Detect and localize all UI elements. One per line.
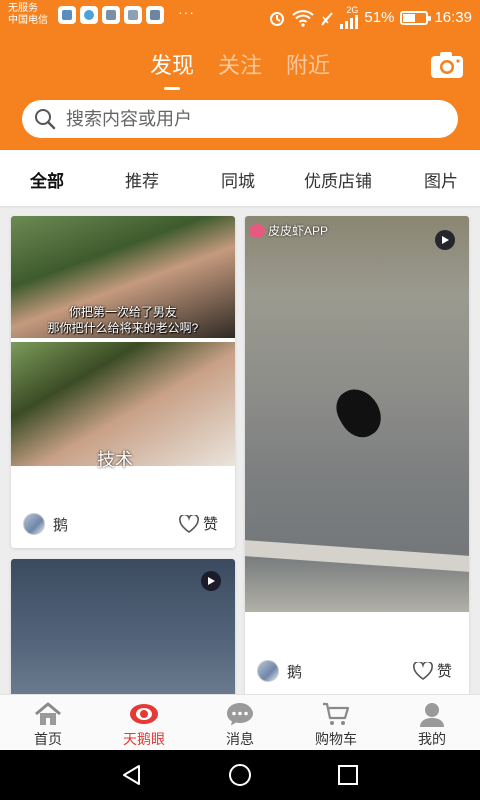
image-overlay-text: 技术 bbox=[97, 450, 133, 470]
nav-messages[interactable]: 消息 bbox=[192, 695, 288, 750]
category-local[interactable]: 同城 bbox=[221, 167, 255, 192]
author-name: 鹅 bbox=[287, 663, 303, 681]
subtitle-line-2: 那你把什么给将来的老公啊? bbox=[47, 321, 199, 335]
wifi-icon bbox=[292, 9, 315, 27]
category-images[interactable]: 图片 bbox=[424, 167, 458, 192]
gallery-notification-icon bbox=[124, 6, 142, 24]
back-icon[interactable] bbox=[120, 763, 144, 787]
carrier-line-2: 中国电信 bbox=[8, 15, 48, 26]
network-type-label: 2G bbox=[346, 5, 359, 15]
search-icon bbox=[35, 109, 56, 130]
feed-card[interactable] bbox=[11, 559, 235, 694]
map-notification-icon bbox=[102, 6, 120, 24]
app-notification-icon bbox=[58, 6, 76, 24]
signal-block: 2G bbox=[340, 5, 359, 29]
home-icon bbox=[35, 702, 61, 725]
avatar bbox=[23, 513, 45, 535]
card-video-thumbnail: 皮皮虾APP bbox=[245, 216, 469, 612]
carrier-line-1: 无服务 bbox=[8, 3, 38, 14]
card-image-top: 你把第一次给了男友 那你把什么给将来的老公啊? bbox=[11, 216, 235, 338]
clock: 16:39 bbox=[434, 9, 472, 26]
bottom-nav: 首页 天鹅眼 消息 购物车 我的 bbox=[0, 694, 480, 750]
like-label: 赞 bbox=[437, 663, 453, 680]
watermark-logo-icon bbox=[249, 223, 265, 238]
more-notifications-icon: ··· bbox=[178, 4, 195, 20]
carrier-info: 无服务 中国电信 bbox=[8, 3, 48, 27]
heart-icon bbox=[413, 661, 433, 680]
heart-icon bbox=[179, 514, 199, 533]
system-nav-bar bbox=[0, 750, 480, 800]
camera-icon[interactable] bbox=[430, 50, 464, 80]
roadside-rail bbox=[245, 540, 469, 572]
watermark-text: 皮皮虾APP bbox=[268, 224, 329, 238]
system-status-icons: 2G 51% 16:39 bbox=[268, 6, 472, 29]
location-notification-icon bbox=[80, 6, 98, 24]
category-bar: 全部 推荐 同城 优质店铺 图片 bbox=[0, 150, 480, 206]
nav-profile[interactable]: 我的 bbox=[384, 695, 480, 750]
battery-icon bbox=[400, 10, 432, 25]
search-input[interactable] bbox=[66, 100, 446, 138]
feed[interactable]: 你把第一次给了男友 那你把什么给将来的老公啊? 技术 鹅 赞 皮皮虾APP 鹅 … bbox=[0, 206, 480, 694]
signal-icon bbox=[340, 15, 359, 29]
battery-level bbox=[403, 13, 415, 22]
home-circle-icon[interactable] bbox=[228, 763, 252, 787]
tab-following[interactable]: 关注 bbox=[218, 48, 262, 80]
watermark: 皮皮虾APP bbox=[249, 222, 328, 239]
search-bar[interactable] bbox=[22, 100, 458, 138]
nav-messages-label: 消息 bbox=[226, 731, 254, 747]
top-tabs: 发现 关注 附近 bbox=[0, 48, 480, 90]
recents-icon[interactable] bbox=[336, 763, 360, 787]
video-play-icon bbox=[201, 571, 221, 591]
feed-card[interactable]: 皮皮虾APP 鹅 赞 bbox=[245, 216, 469, 694]
nav-swan-eye[interactable]: 天鹅眼 bbox=[96, 695, 192, 750]
status-bar: 无服务 中国电信 ··· 2G 51% 16:39 bbox=[0, 0, 480, 32]
nav-swan-eye-label: 天鹅眼 bbox=[123, 731, 165, 747]
like-button[interactable]: 赞 bbox=[413, 660, 452, 681]
feed-card[interactable]: 你把第一次给了男友 那你把什么给将来的老公啊? 技术 鹅 赞 bbox=[11, 216, 235, 548]
author-name: 鹅 bbox=[53, 516, 69, 534]
card-image-bottom: 技术 bbox=[11, 342, 235, 470]
nav-home[interactable]: 首页 bbox=[0, 695, 96, 750]
like-button[interactable]: 赞 bbox=[179, 513, 218, 534]
subtitle-line-1: 你把第一次给了男友 bbox=[68, 305, 177, 319]
category-all[interactable]: 全部 bbox=[30, 167, 64, 192]
tab-nearby[interactable]: 附近 bbox=[286, 48, 330, 80]
category-quality-shops[interactable]: 优质店铺 bbox=[304, 167, 372, 192]
tab-discover[interactable]: 发现 bbox=[150, 48, 194, 90]
kitten-figure bbox=[329, 381, 389, 445]
nav-cart-label: 购物车 bbox=[315, 731, 357, 747]
message-icon bbox=[227, 703, 253, 726]
eye-icon bbox=[130, 704, 158, 724]
no-sim-icon bbox=[321, 11, 334, 26]
nav-home-label: 首页 bbox=[34, 731, 62, 747]
avatar bbox=[257, 660, 279, 682]
category-recommended[interactable]: 推荐 bbox=[125, 167, 159, 192]
app-header: 发现 关注 附近 bbox=[0, 32, 480, 150]
nav-cart[interactable]: 购物车 bbox=[288, 695, 384, 750]
profile-icon bbox=[420, 703, 444, 727]
notification-icons bbox=[58, 6, 164, 24]
video-play-icon bbox=[435, 230, 455, 250]
nav-profile-label: 我的 bbox=[418, 731, 446, 747]
alarm-icon bbox=[270, 11, 285, 26]
like-label: 赞 bbox=[203, 516, 219, 533]
battery-percentage: 51% bbox=[364, 9, 395, 26]
photo-notification-icon bbox=[146, 6, 164, 24]
card-author[interactable]: 鹅 bbox=[257, 660, 302, 682]
cart-icon bbox=[323, 702, 350, 725]
card-author[interactable]: 鹅 bbox=[23, 513, 68, 535]
